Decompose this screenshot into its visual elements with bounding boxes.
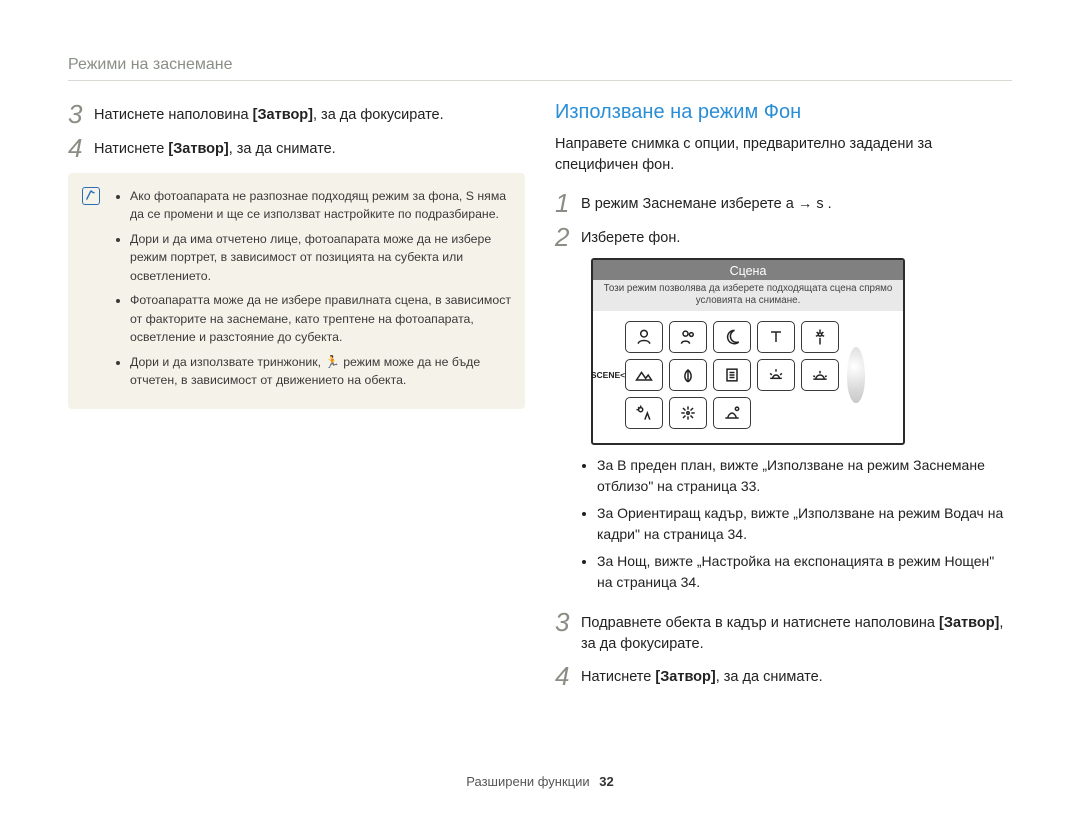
step-number: 3 [555, 609, 581, 635]
shutter-label: [Затвор] [939, 615, 999, 631]
step-number: 3 [68, 101, 94, 127]
scene-left-marker: SCENE< [599, 340, 617, 410]
text: , за да фокусирате. [313, 107, 444, 123]
text-icon[interactable] [757, 321, 795, 353]
step-4: 4 Натиснете [Затвор], за да снимате. [68, 135, 525, 161]
shutter-label: [Затвор] [168, 141, 228, 157]
text: Подравнете обекта в кадър и натиснете на… [581, 615, 939, 631]
text: , за да снимате. [229, 141, 336, 157]
device-screenshot: Сцена Този режим позволява да изберете п… [591, 258, 905, 444]
text: Натиснете [581, 669, 655, 685]
right-column: Използване на режим Фон Направете снимка… [555, 101, 1012, 697]
night-icon[interactable] [713, 321, 751, 353]
bullet-item: За Нощ, вижте „Настройка на експонацията… [597, 551, 1012, 593]
landscape-icon[interactable] [625, 359, 663, 391]
step-text: Изберете фон. [581, 224, 680, 249]
note-item: Ако фотоапарата не разпознае подходящ ре… [130, 187, 511, 224]
note-item: Дори и да използвате тринжоник, 🏃 режим … [130, 353, 511, 390]
columns: 3 Натиснете наполовина [Затвор], за да ф… [68, 101, 1012, 697]
note-item: Дори и да има отчетено лице, фотоапарата… [130, 230, 511, 285]
screenshot-title: Сцена [593, 260, 903, 280]
screenshot-subtitle: Този режим позволява да изберете подходя… [593, 280, 903, 310]
text: Натиснете [94, 141, 168, 157]
footer-label: Разширени функции [466, 774, 589, 789]
note-list: Ако фотоапарата не разпознае подходящ ре… [114, 187, 511, 389]
sunset-icon[interactable] [757, 359, 795, 391]
step-number: 4 [555, 663, 581, 689]
page-number: 32 [599, 774, 613, 789]
macro-icon[interactable] [669, 359, 707, 391]
step-text: Подравнете обекта в кадър и натиснете на… [581, 609, 1012, 655]
step-4r: 4 Натиснете [Затвор], за да снимате. [555, 663, 1012, 689]
shutter-label: [Затвор] [253, 107, 313, 123]
shutter-label: [Затвор] [655, 669, 715, 685]
step-3: 3 Натиснете наполовина [Затвор], за да ф… [68, 101, 525, 127]
step-text: В режим Заснемане изберете a → s . [581, 190, 832, 215]
backlight-icon[interactable] [625, 397, 663, 429]
step-2: 2 Изберете фон. [555, 224, 1012, 250]
divider [68, 80, 1012, 81]
children-icon[interactable] [669, 321, 707, 353]
note-box: Ако фотоапарата не разпознае подходящ ре… [68, 173, 525, 409]
page: Режими на заснемане 3 Натиснете наполови… [0, 0, 1080, 815]
scene-icon-grid [625, 321, 839, 429]
step-number: 4 [68, 135, 94, 161]
scene-left-label: SCENE< [591, 370, 625, 380]
step-text: Натиснете [Затвор], за да снимате. [94, 135, 336, 160]
page-header: Режими на заснемане [68, 56, 1012, 74]
knob-icon [847, 347, 865, 403]
beach-icon[interactable] [713, 397, 751, 429]
scene-right-knob [847, 340, 865, 410]
step-text: Натиснете наполовина [Затвор], за да фок… [94, 101, 444, 126]
left-column: 3 Натиснете наполовина [Затвор], за да ф… [68, 101, 525, 697]
section-title: Използване на режим Фон [555, 101, 1012, 124]
flower-icon[interactable] [801, 321, 839, 353]
section-intro: Направете снимка с опции, предварително … [555, 134, 1012, 176]
text: Натиснете наполовина [94, 107, 253, 123]
guide-icon[interactable] [713, 359, 751, 391]
portrait-icon[interactable] [625, 321, 663, 353]
bullet-item: За В преден план, вижте „Използване на р… [597, 455, 1012, 497]
step-number: 1 [555, 190, 581, 216]
screenshot-body: SCENE< [593, 311, 903, 443]
step-number: 2 [555, 224, 581, 250]
sub-bullets: За В преден план, вижте „Използване на р… [555, 455, 1012, 593]
step-1: 1 В режим Заснемане изберете a → s . [555, 190, 1012, 216]
step-3r: 3 Подравнете обекта в кадър и натиснете … [555, 609, 1012, 655]
text: , за да снимате. [716, 669, 823, 685]
footer: Разширени функции 32 [0, 774, 1080, 789]
fireworks-icon[interactable] [669, 397, 707, 429]
dawn-icon[interactable] [801, 359, 839, 391]
step-text: Натиснете [Затвор], за да снимате. [581, 663, 823, 688]
bullet-item: За Ориентиращ кадър, вижте „Използване н… [597, 503, 1012, 545]
note-icon [82, 187, 100, 205]
note-item: Фотоапаратта може да не избере правилнат… [130, 291, 511, 346]
